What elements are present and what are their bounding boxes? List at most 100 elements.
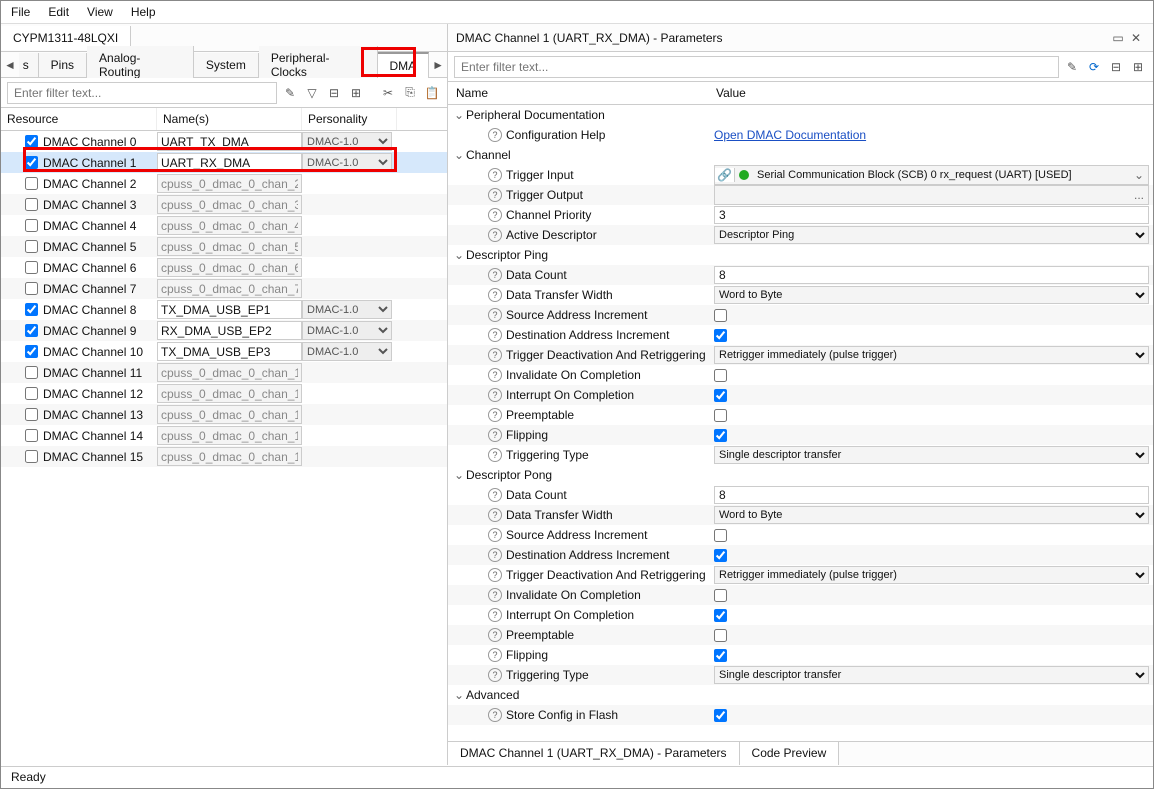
param-value[interactable] bbox=[710, 549, 1153, 562]
collapse-all-icon[interactable]: ⊟ bbox=[1107, 58, 1125, 76]
param-value[interactable]: Retrigger immediately (pulse trigger) bbox=[710, 566, 1153, 584]
channel-checkbox[interactable] bbox=[21, 261, 41, 274]
channel-row[interactable]: DMAC Channel 5 bbox=[1, 236, 447, 257]
channel-name-input[interactable] bbox=[157, 363, 302, 382]
param-value[interactable] bbox=[710, 589, 1153, 602]
channel-checkbox[interactable] bbox=[21, 156, 41, 169]
help-icon[interactable]: ? bbox=[488, 128, 502, 142]
channel-name-input[interactable] bbox=[157, 384, 302, 403]
channel-row[interactable]: DMAC Channel 13 bbox=[1, 404, 447, 425]
param-value[interactable] bbox=[710, 389, 1153, 402]
help-icon[interactable]: ? bbox=[488, 288, 502, 302]
close-icon[interactable]: ✕ bbox=[1127, 29, 1145, 47]
channel-row[interactable]: DMAC Channel 0DMAC-1.0 bbox=[1, 131, 447, 152]
channel-name-input[interactable] bbox=[157, 132, 302, 151]
col-resource[interactable]: Resource bbox=[1, 108, 157, 130]
channel-row[interactable]: DMAC Channel 8DMAC-1.0 bbox=[1, 299, 447, 320]
param-col-name[interactable]: Name bbox=[456, 86, 716, 100]
channel-checkbox[interactable] bbox=[21, 282, 41, 295]
channel-name-input[interactable] bbox=[157, 300, 302, 319]
help-icon[interactable]: ? bbox=[488, 388, 502, 402]
help-icon[interactable]: ? bbox=[488, 188, 502, 202]
param-value[interactable]: Word to Byte bbox=[710, 506, 1153, 524]
more-icon[interactable]: ... bbox=[1130, 188, 1148, 202]
bottom-tab-code-preview[interactable]: Code Preview bbox=[740, 742, 840, 765]
param-value[interactable]: 🔗Serial Communication Block (SCB) 0 rx_r… bbox=[710, 165, 1153, 185]
channel-checkbox[interactable] bbox=[21, 366, 41, 379]
param-group[interactable]: ⌄Peripheral Documentation bbox=[448, 105, 1153, 125]
channel-checkbox[interactable] bbox=[21, 450, 41, 463]
channel-row[interactable]: DMAC Channel 9DMAC-1.0 bbox=[1, 320, 447, 341]
channel-checkbox[interactable] bbox=[21, 219, 41, 232]
filter-input[interactable] bbox=[7, 82, 277, 104]
param-value[interactable] bbox=[710, 629, 1153, 642]
help-icon[interactable]: ? bbox=[488, 168, 502, 182]
channel-row[interactable]: DMAC Channel 1DMAC-1.0 bbox=[1, 152, 447, 173]
collapse-icon[interactable]: ⊟ bbox=[325, 84, 343, 102]
channel-row[interactable]: DMAC Channel 3 bbox=[1, 194, 447, 215]
channel-row[interactable]: DMAC Channel 11 bbox=[1, 362, 447, 383]
tab-dma[interactable]: DMA bbox=[378, 52, 430, 78]
help-icon[interactable]: ? bbox=[488, 708, 502, 722]
clear-filter-icon[interactable]: ✎ bbox=[281, 84, 299, 102]
channel-name-input[interactable] bbox=[157, 447, 302, 466]
channel-name-input[interactable] bbox=[157, 153, 302, 172]
param-group[interactable]: ⌄Descriptor Pong bbox=[448, 465, 1153, 485]
scroll-right-icon[interactable]: ► bbox=[429, 56, 447, 74]
tab-s[interactable]: s bbox=[19, 53, 39, 77]
channel-row[interactable]: DMAC Channel 7 bbox=[1, 278, 447, 299]
chevron-down-icon[interactable]: ⌄ bbox=[452, 468, 466, 482]
channel-personality-select[interactable]: DMAC-1.0 bbox=[302, 153, 392, 172]
menu-view[interactable]: View bbox=[87, 5, 113, 19]
channel-name-input[interactable] bbox=[157, 174, 302, 193]
param-value[interactable]: ... bbox=[710, 185, 1153, 205]
chevron-down-icon[interactable]: ⌄ bbox=[452, 148, 466, 162]
channel-name-input[interactable] bbox=[157, 237, 302, 256]
help-icon[interactable]: ? bbox=[488, 348, 502, 362]
channel-row[interactable]: DMAC Channel 6 bbox=[1, 257, 447, 278]
help-icon[interactable]: ? bbox=[488, 588, 502, 602]
funnel-icon[interactable]: ▽ bbox=[303, 84, 321, 102]
channel-name-input[interactable] bbox=[157, 216, 302, 235]
param-value[interactable] bbox=[710, 369, 1153, 382]
param-value[interactable] bbox=[710, 486, 1153, 504]
channel-name-input[interactable] bbox=[157, 405, 302, 424]
help-icon[interactable]: ? bbox=[488, 268, 502, 282]
help-icon[interactable]: ? bbox=[488, 568, 502, 582]
channel-row[interactable]: DMAC Channel 10DMAC-1.0 bbox=[1, 341, 447, 362]
help-icon[interactable]: ? bbox=[488, 628, 502, 642]
menu-help[interactable]: Help bbox=[131, 5, 156, 19]
channel-name-input[interactable] bbox=[157, 321, 302, 340]
param-value[interactable] bbox=[710, 206, 1153, 224]
menu-file[interactable]: File bbox=[11, 5, 30, 19]
link-icon[interactable]: 🔗 bbox=[715, 168, 735, 182]
col-personality[interactable]: Personality bbox=[302, 108, 397, 130]
param-value[interactable] bbox=[710, 429, 1153, 442]
copy-icon[interactable]: ⎘ bbox=[401, 84, 419, 102]
param-value[interactable] bbox=[710, 609, 1153, 622]
chevron-down-icon[interactable]: ⌄ bbox=[452, 688, 466, 702]
help-icon[interactable]: ? bbox=[488, 648, 502, 662]
param-group[interactable]: ⌄Advanced bbox=[448, 685, 1153, 705]
param-group[interactable]: ⌄Channel bbox=[448, 145, 1153, 165]
help-icon[interactable]: ? bbox=[488, 448, 502, 462]
channel-checkbox[interactable] bbox=[21, 198, 41, 211]
param-value[interactable] bbox=[710, 329, 1153, 342]
help-icon[interactable]: ? bbox=[488, 668, 502, 682]
scroll-left-icon[interactable]: ◄ bbox=[1, 56, 19, 74]
help-icon[interactable]: ? bbox=[488, 508, 502, 522]
dropdown-icon[interactable]: ⌄ bbox=[1130, 168, 1148, 182]
param-value[interactable] bbox=[710, 709, 1153, 722]
channel-checkbox[interactable] bbox=[21, 324, 41, 337]
channel-name-input[interactable] bbox=[157, 279, 302, 298]
help-icon[interactable]: ? bbox=[488, 608, 502, 622]
channel-checkbox[interactable] bbox=[21, 303, 41, 316]
param-filter-input[interactable] bbox=[454, 56, 1059, 78]
channel-checkbox[interactable] bbox=[21, 429, 41, 442]
channel-checkbox[interactable] bbox=[21, 135, 41, 148]
tab-system[interactable]: System bbox=[194, 53, 259, 77]
param-value[interactable]: Open DMAC Documentation bbox=[710, 128, 1153, 142]
float-icon[interactable]: ▭ bbox=[1109, 29, 1127, 47]
clear-param-filter-icon[interactable]: ✎ bbox=[1063, 58, 1081, 76]
bottom-tab-parameters[interactable]: DMAC Channel 1 (UART_RX_DMA) - Parameter… bbox=[448, 742, 740, 765]
